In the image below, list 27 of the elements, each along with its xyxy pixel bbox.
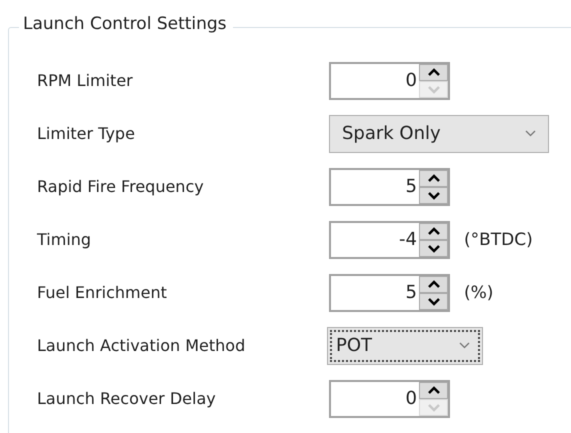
field-label: Timing xyxy=(37,230,92,249)
increment-button[interactable] xyxy=(419,222,448,240)
dropdown[interactable]: POT xyxy=(327,326,483,364)
increment-button[interactable] xyxy=(419,276,448,292)
number-spin-box[interactable]: 0 xyxy=(329,62,450,100)
chevron-down-icon xyxy=(525,130,536,137)
number-spin-box[interactable]: 5 xyxy=(329,274,450,312)
number-spin-box[interactable]: -4 xyxy=(329,220,450,258)
unit-label: (°BTDC) xyxy=(464,230,533,250)
increment-button[interactable] xyxy=(419,64,448,80)
group-title: Launch Control Settings xyxy=(19,14,233,34)
field-label: Fuel Enrichment xyxy=(37,283,168,302)
number-spin-box[interactable]: 0 xyxy=(329,380,450,418)
unit-label: (%) xyxy=(464,282,494,302)
field-label: RPM Limiter xyxy=(37,71,134,90)
field-label: Rapid Fire Frequency xyxy=(37,177,205,196)
chevron-down-icon xyxy=(459,342,470,349)
decrement-button[interactable] xyxy=(419,240,448,256)
field-label: Launch Activation Method xyxy=(37,336,246,355)
decrement-button[interactable] xyxy=(419,292,448,310)
decrement-button[interactable] xyxy=(419,186,448,204)
increment-button[interactable] xyxy=(419,382,448,398)
field-label: Launch Recover Delay xyxy=(37,389,217,408)
field-label: Limiter Type xyxy=(37,124,136,143)
number-spin-box[interactable]: 5 xyxy=(329,168,450,206)
dropdown[interactable]: Spark Only xyxy=(329,114,549,152)
increment-button[interactable] xyxy=(419,170,448,186)
